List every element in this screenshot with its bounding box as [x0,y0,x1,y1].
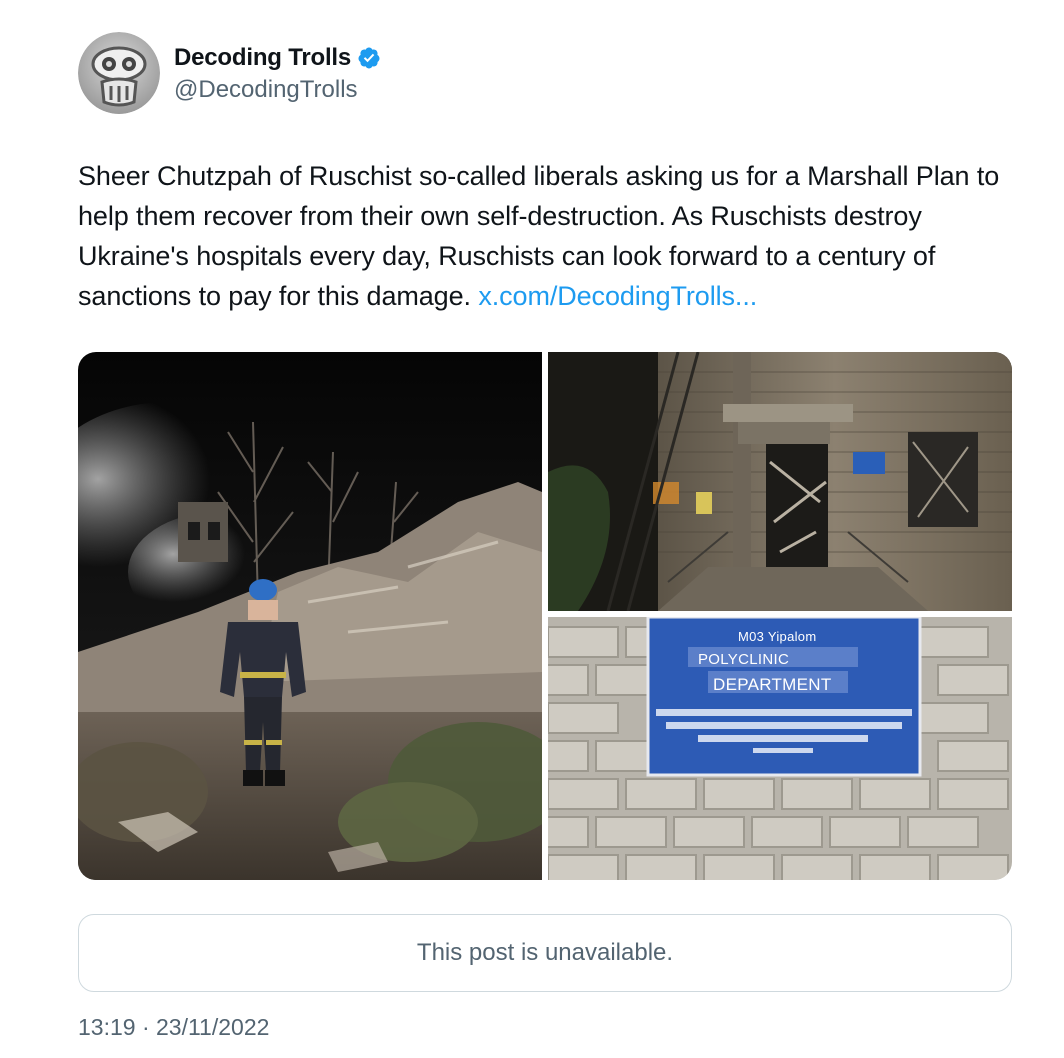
unavailable-text: This post is unavailable. [416,939,674,966]
photo-rescuer-rubble[interactable] [78,352,542,880]
author-handle[interactable]: @DecodingTrolls [174,76,358,104]
troll-mask-icon [78,32,160,114]
verified-badge-icon [358,47,380,69]
photo-polyclinic-sign[interactable]: M03 Yipalom POLYCLINIC DEPARTMENT [548,617,1012,880]
sign-line2-text: DEPARTMENT [713,675,832,694]
sign-line1-text: POLYCLINIC [698,651,790,668]
tweet: Decoding Trolls @DecodingTrolls Sheer Ch… [0,0,1064,1058]
tweet-link[interactable]: x.com/DecodingTrolls... [478,281,757,311]
name-row: Decoding Trolls [174,42,381,74]
timestamp[interactable]: 13:19 · 23/11/2022 [78,1014,269,1041]
entrance-image [548,352,1012,611]
rubble-image [78,352,542,880]
photo-damaged-entrance[interactable] [548,352,1012,611]
author-avatar[interactable] [78,32,160,114]
media-grid: M03 Yipalom POLYCLINIC DEPARTMENT [78,352,1012,880]
display-name[interactable]: Decoding Trolls [174,44,351,72]
sign-top-text: M03 Yipalom [738,629,817,644]
tweet-text: Sheer Chutzpah of Ruschist so-called lib… [78,156,1018,316]
unavailable-quote[interactable]: This post is unavailable. [78,914,1012,992]
